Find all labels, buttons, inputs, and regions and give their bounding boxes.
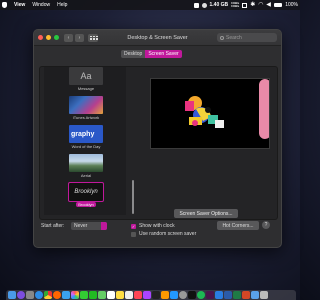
notes-icon[interactable] [116,291,124,299]
calendar-icon[interactable] [107,291,115,299]
saver-item-itunes-artwork[interactable]: iTunes Artwork [67,96,105,120]
show-all-button[interactable] [88,33,98,42]
vscode-icon[interactable] [215,291,223,299]
saver-label: Aerial [80,173,92,178]
battery-percent: 100% [285,2,298,8]
forward-button[interactable]: › [75,33,84,42]
facetime-icon[interactable] [89,291,97,299]
app-store-icon[interactable] [170,291,178,299]
tab-desktop[interactable]: Desktop [121,50,146,58]
show-clock-label: Show with clock [139,223,175,229]
chevron-updown-icon [101,222,107,230]
downloads-icon[interactable] [251,291,259,299]
preferences-window: ‹ › Desktop & Screen Saver Search Deskto… [33,29,282,248]
show-clock-checkbox[interactable]: ✓ Show with clock [131,223,175,229]
minimize-button[interactable] [46,35,51,40]
saver-item-message[interactable]: Aa Message [67,67,105,91]
saver-item-brooklyn[interactable]: Brooklyn Brooklyn [67,182,105,207]
system-preferences-icon[interactable] [179,291,187,299]
chrome-icon[interactable] [44,291,52,299]
start-after-value: Never [74,223,88,229]
saver-label: iTunes Artwork [72,115,100,120]
list-scrollbar[interactable] [132,180,134,214]
menu-bar: View Window Help 1.40 GB 0 KB/s 0 KB/s ✱… [0,0,300,10]
music-icon[interactable] [134,291,142,299]
photos-icon[interactable] [71,291,79,299]
trash-icon[interactable] [260,291,268,299]
checkbox-empty-icon [131,231,136,237]
aerial-thumbnail [69,154,103,172]
saver-item-word-of-the-day[interactable]: graphy Word of the Day [67,125,105,149]
maps-icon[interactable] [98,291,106,299]
bluetooth-icon[interactable]: ✱ [250,2,255,8]
tab-control: Desktop Screen Saver [121,50,182,58]
word-of-the-day-thumbnail: graphy [69,125,103,143]
books-icon[interactable] [161,291,169,299]
dropbox-icon[interactable] [193,2,199,8]
random-saver-label: Use random screen saver [139,231,197,237]
search-field[interactable]: Search [217,33,277,42]
checkmark-icon: ✓ [131,223,136,229]
slack-icon[interactable] [206,291,214,299]
random-saver-checkbox[interactable]: Use random screen saver [131,231,196,237]
wifi-icon[interactable]: ◠ [258,2,263,8]
message-thumbnail: Aa [69,67,103,85]
search-icon [220,35,224,40]
saver-label-selected: Brooklyn [76,202,96,207]
saver-label: Word of the Day [71,144,101,149]
saver-label: Message [77,86,95,91]
reminders-icon[interactable] [125,291,133,299]
title-bar[interactable]: ‹ › Desktop & Screen Saver Search [34,30,281,46]
net-down: 0 KB/s [231,5,240,8]
siri-icon[interactable] [17,291,25,299]
bottom-controls: Start after: Never ✓ Show with clock Use… [34,221,281,247]
menu-window[interactable]: Window [32,2,50,8]
itunes-artwork-thumbnail [69,96,103,114]
back-button[interactable]: ‹ [64,33,73,42]
saver-item-aerial[interactable]: Aerial [67,154,105,178]
messages-icon[interactable] [80,291,88,299]
start-after-label: Start after: [41,223,65,229]
chevron-right-icon: › [78,34,81,41]
screen-saver-panel: Aa Message iTunes Artwork graphy Word of… [39,66,278,220]
chevron-left-icon: ‹ [67,34,70,41]
volume-icon[interactable]: ◀ [266,2,271,8]
brooklyn-preview-art [151,79,269,148]
powerpoint-icon[interactable] [242,291,250,299]
close-button[interactable] [38,35,43,40]
finder-icon[interactable] [8,291,16,299]
menu-help[interactable]: Help [57,2,67,8]
tv-icon[interactable] [152,291,160,299]
excel-icon[interactable] [233,291,241,299]
brooklyn-thumbnail: Brooklyn [68,182,104,202]
screen-saver-list[interactable]: Aa Message iTunes Artwork graphy Word of… [44,67,126,215]
spotify-icon[interactable] [197,291,205,299]
screen-saver-preview [150,78,270,149]
memory-status[interactable]: 1.40 GB [210,2,229,8]
cloud-icon[interactable] [201,2,207,8]
word-icon[interactable] [224,291,232,299]
start-after-select[interactable]: Never [71,222,107,230]
tab-screen-saver[interactable]: Screen Saver [145,50,182,58]
zoom-button[interactable] [54,35,59,40]
apple-icon[interactable] [2,2,7,8]
safari-icon[interactable] [35,291,43,299]
firefox-icon[interactable] [53,291,61,299]
cast-icon[interactable] [242,2,248,8]
search-placeholder: Search [226,34,242,41]
hot-corners-button[interactable]: Hot Corners... [217,221,259,230]
help-button[interactable]: ? [262,221,270,229]
mail-icon[interactable] [62,291,70,299]
dock [6,290,296,300]
network-speed[interactable]: 0 KB/s 0 KB/s [231,2,239,8]
podcasts-icon[interactable] [143,291,151,299]
launchpad-icon[interactable] [26,291,34,299]
menu-view[interactable]: View [14,2,25,8]
terminal-icon[interactable] [188,291,196,299]
screen-saver-options-button[interactable]: Screen Saver Options... [174,209,238,218]
battery-icon[interactable] [274,3,283,7]
